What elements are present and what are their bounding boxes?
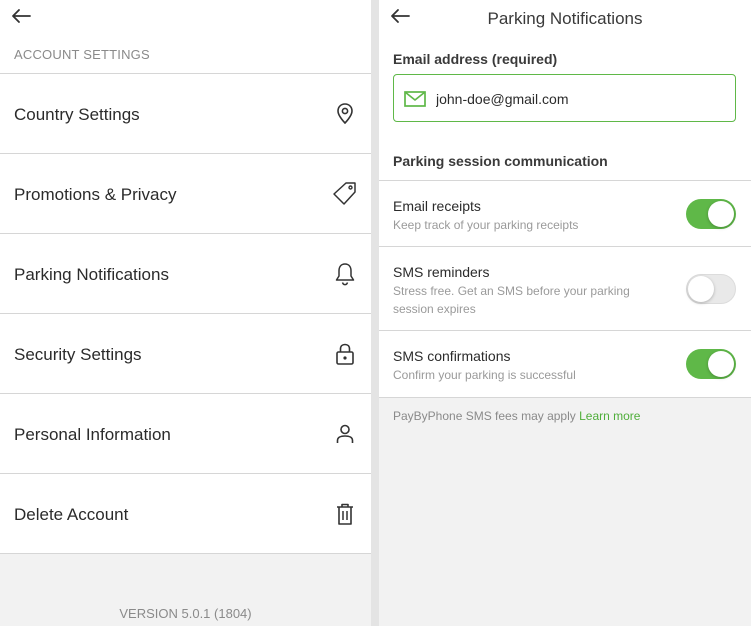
- toggle-knob: [708, 201, 734, 227]
- back-arrow-icon[interactable]: [10, 6, 32, 26]
- menu-item-label: Delete Account: [14, 505, 129, 524]
- parking-notifications-screen: Parking Notifications Email address (req…: [379, 0, 751, 626]
- email-input[interactable]: [436, 87, 726, 111]
- menu-item-parking-notifications[interactable]: Parking Notifications: [0, 234, 371, 314]
- email-label: Email address (required): [393, 51, 558, 67]
- tag-icon: [333, 182, 356, 205]
- email-field-container[interactable]: [393, 74, 736, 122]
- learn-more-link[interactable]: Learn more: [579, 409, 640, 423]
- page-title: Parking Notifications: [487, 9, 643, 28]
- sms-reminders-row: SMS reminders Stress free. Get an SMS be…: [379, 247, 751, 331]
- section-label: ACCOUNT SETTINGS: [14, 47, 150, 62]
- sms-confirmations-toggle[interactable]: [686, 349, 736, 379]
- settings-menu: Country Settings Promotions & Privacy Pa…: [0, 73, 371, 554]
- section-header: Parking session communication: [393, 153, 608, 169]
- envelope-icon: [404, 91, 426, 107]
- menu-item-personal-information[interactable]: Personal Information: [0, 394, 371, 474]
- app-version: VERSION 5.0.1 (1804): [119, 606, 252, 621]
- sms-confirmations-row: SMS confirmations Confirm your parking i…: [379, 331, 751, 398]
- menu-item-label: Promotions & Privacy: [14, 185, 177, 204]
- toggle-title: SMS confirmations: [393, 348, 511, 364]
- account-settings-screen: ACCOUNT SETTINGS Country Settings Promot…: [0, 0, 371, 626]
- toggle-description: Stress free. Get an SMS before your park…: [393, 284, 630, 316]
- right-header: Parking Notifications Email address (req…: [379, 0, 751, 181]
- screen-divider: [371, 0, 379, 626]
- menu-item-delete-account[interactable]: Delete Account: [0, 474, 371, 554]
- person-icon: [336, 424, 354, 443]
- sms-fees-text: PayByPhone SMS fees may apply: [393, 409, 576, 423]
- sms-reminders-toggle[interactable]: [686, 274, 736, 304]
- toggle-title: Email receipts: [393, 198, 481, 214]
- menu-item-promotions-privacy[interactable]: Promotions & Privacy: [0, 154, 371, 234]
- location-pin-icon: [337, 103, 353, 125]
- trash-icon: [337, 503, 353, 525]
- toggle-knob: [708, 351, 734, 377]
- toggle-description: Keep track of your parking receipts: [393, 218, 579, 232]
- toggle-description: Confirm your parking is successful: [393, 368, 576, 382]
- menu-item-security-settings[interactable]: Security Settings: [0, 314, 371, 394]
- bell-icon: [335, 263, 355, 286]
- toggle-title: SMS reminders: [393, 264, 490, 280]
- menu-item-label: Parking Notifications: [14, 265, 169, 284]
- menu-item-label: Personal Information: [14, 425, 171, 444]
- menu-item-label: Security Settings: [14, 345, 142, 364]
- lock-icon: [336, 343, 354, 365]
- email-receipts-row: Email receipts Keep track of your parkin…: [379, 181, 751, 247]
- email-receipts-toggle[interactable]: [686, 199, 736, 229]
- sms-fees-note: PayByPhone SMS fees may apply Learn more: [393, 409, 640, 423]
- left-header: ACCOUNT SETTINGS: [0, 0, 371, 73]
- menu-item-label: Country Settings: [14, 105, 140, 124]
- menu-item-country-settings[interactable]: Country Settings: [0, 74, 371, 154]
- toggle-knob: [688, 276, 714, 302]
